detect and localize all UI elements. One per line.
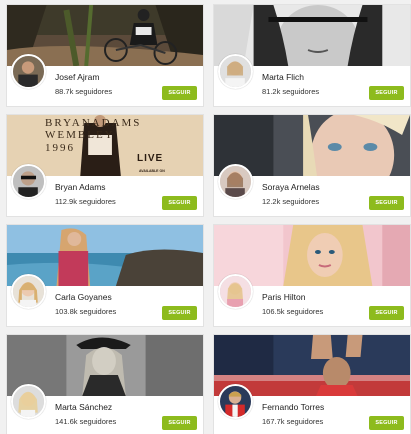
celebrity-name[interactable]: Marta Flich [262,72,304,82]
follower-count: 12.2k seguidores [262,197,320,206]
follower-count: 167.7k seguidores [262,417,324,426]
profile-card[interactable]: Carla Goyanes 103.8k seguidores SEGUIR [6,224,204,327]
avatar[interactable] [11,164,46,199]
follower-count: 141.6k seguidores [55,417,117,426]
cover-available: AVAILABLE ON [139,169,165,173]
follower-count: 106.5k seguidores [262,307,324,316]
avatar[interactable] [218,54,253,89]
celebrity-grid: Josef Ajram 88.7k seguidores SEGUIR Mart… [0,0,411,434]
celebrity-name[interactable]: Marta Sánchez [55,402,112,412]
profile-card[interactable]: Paris Hilton 106.5k seguidores SEGUIR [213,224,411,327]
avatar[interactable] [11,274,46,309]
profile-card[interactable]: Josef Ajram 88.7k seguidores SEGUIR [6,4,204,107]
follow-button[interactable]: SEGUIR [369,86,404,100]
follower-count: 112.9k seguidores [55,197,116,206]
cover-subtitle: WEMBLEY [45,129,115,141]
follow-button[interactable]: SEGUIR [369,306,404,320]
follower-count: 88.7k seguidores [55,87,113,96]
cover-live: LIVE [137,153,164,164]
avatar[interactable] [218,274,253,309]
avatar[interactable] [11,384,46,419]
follow-button[interactable]: SEGUIR [369,196,404,210]
follower-count: 103.8k seguidores [55,307,117,316]
follow-button[interactable]: SEGUIR [162,306,197,320]
profile-card[interactable]: Fernando Torres 167.7k seguidores SEGUIR [213,334,411,434]
follower-count: 81.2k seguidores [262,87,320,96]
celebrity-name[interactable]: Josef Ajram [55,72,99,82]
follow-button[interactable]: SEGUIR [369,416,404,430]
follow-button[interactable]: SEGUIR [162,416,197,430]
cover-title: BRYANADAMS [45,117,142,129]
profile-card[interactable]: Marta Sánchez 141.6k seguidores SEGUIR [6,334,204,434]
celebrity-name[interactable]: Paris Hilton [262,292,305,302]
profile-card[interactable]: BRYANADAMS WEMBLEY 1996 LIVE AVAILABLE O… [6,114,204,217]
follow-button[interactable]: SEGUIR [162,86,197,100]
profile-card[interactable]: Soraya Arnelas 12.2k seguidores SEGUIR [213,114,411,217]
celebrity-name[interactable]: Fernando Torres [262,402,324,412]
follow-button[interactable]: SEGUIR [162,196,197,210]
cover-year: 1996 [45,142,75,154]
profile-card[interactable]: Marta Flich 81.2k seguidores SEGUIR [213,4,411,107]
celebrity-name[interactable]: Bryan Adams [55,182,106,192]
avatar[interactable] [11,54,46,89]
celebrity-name[interactable]: Soraya Arnelas [262,182,320,192]
avatar[interactable] [218,164,253,199]
avatar[interactable] [218,384,253,419]
celebrity-name[interactable]: Carla Goyanes [55,292,112,302]
